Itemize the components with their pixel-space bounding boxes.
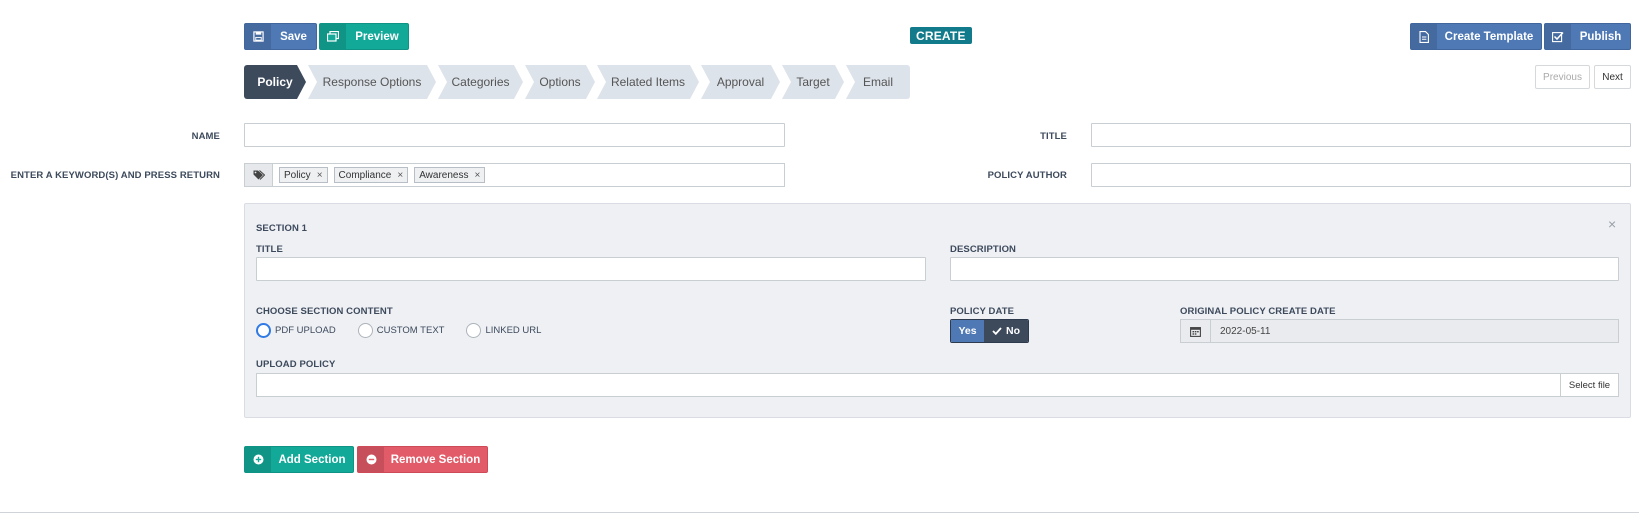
keyword-tag: Awareness × — [414, 167, 486, 183]
create-template-label: Create Template — [1444, 30, 1534, 43]
section-description-input[interactable] — [950, 257, 1619, 281]
keyword-tag-label: Policy — [284, 169, 311, 181]
document-icon — [1411, 24, 1437, 49]
publish-label: Publish — [1579, 30, 1622, 43]
wizard-step-email[interactable]: Email — [846, 65, 910, 99]
title-input[interactable] — [1091, 123, 1631, 147]
wizard-step-categories[interactable]: Categories — [438, 65, 523, 99]
section-title-input[interactable] — [256, 257, 926, 281]
preview-button[interactable]: Preview — [319, 23, 409, 50]
policy-date-label: POLICY DATE — [950, 306, 1015, 317]
radio-pdf-upload[interactable]: PDF UPLOAD — [256, 323, 336, 338]
keyword-tag: Compliance × — [333, 167, 409, 183]
wizard-step-target[interactable]: Target — [782, 65, 844, 99]
remove-section-label: Remove Section — [390, 453, 481, 466]
policy-author-label: POLICY AUTHOR — [987, 170, 1067, 181]
wizard-step-approval[interactable]: Approval — [701, 65, 780, 99]
wizard-step-options[interactable]: Options — [525, 65, 595, 99]
policy-author-input[interactable] — [1091, 163, 1631, 187]
policy-date-yes[interactable]: Yes — [951, 320, 984, 342]
keyword-tag-label: Compliance — [338, 169, 392, 181]
remove-tag-icon[interactable]: × — [397, 170, 403, 181]
create-template-button[interactable]: Create Template — [1410, 23, 1542, 50]
section-content-radio-group: PDF UPLOAD CUSTOM TEXT LINKED URL — [256, 323, 563, 338]
page-divider — [0, 512, 1639, 513]
original-date-value: 2022-05-11 — [1220, 325, 1271, 337]
wizard-steps: Policy Response Options Categories Optio… — [244, 65, 912, 99]
save-label: Save — [280, 30, 307, 43]
name-input[interactable] — [244, 123, 785, 147]
keywords-label: ENTER A KEYWORD(S) AND PRESS RETURN — [10, 170, 220, 181]
upload-policy-label: UPLOAD POLICY — [256, 359, 336, 370]
wizard-step-related-items[interactable]: Related Items — [597, 65, 699, 99]
radio-label: CUSTOM TEXT — [376, 325, 445, 336]
radio-button[interactable] — [256, 323, 271, 338]
radio-label: PDF UPLOAD — [275, 325, 336, 336]
radio-linked-url[interactable]: LINKED URL — [466, 323, 541, 338]
floppy-disk-icon — [245, 24, 271, 49]
section-title-label: TITLE — [256, 244, 283, 255]
add-section-button[interactable]: Add Section — [244, 446, 354, 473]
tags-icon — [245, 164, 273, 186]
remove-tag-icon[interactable]: × — [474, 170, 480, 181]
radio-label: LINKED URL — [485, 325, 542, 336]
next-button[interactable]: Next — [1594, 65, 1631, 89]
radio-custom-text[interactable]: CUSTOM TEXT — [357, 323, 445, 338]
policy-date-no-label: No — [1006, 325, 1020, 337]
original-date-label: ORIGINAL POLICY CREATE DATE — [1180, 306, 1336, 317]
policy-date-no[interactable]: No — [984, 320, 1028, 342]
previous-button[interactable]: Previous — [1535, 65, 1590, 89]
section-description-label: DESCRIPTION — [950, 244, 1017, 255]
keywords-input[interactable]: Policy × Compliance × Awareness × — [244, 163, 785, 187]
check-square-icon — [1545, 24, 1571, 49]
close-icon[interactable]: × — [1608, 216, 1616, 232]
policy-date-toggle: Yes No — [950, 319, 1029, 343]
select-file-button[interactable]: Select file — [1560, 374, 1618, 396]
keyword-tag: Policy × — [279, 167, 328, 183]
remove-tag-icon[interactable]: × — [317, 170, 323, 181]
original-date-field[interactable]: 2022-05-11 — [1180, 319, 1619, 343]
publish-button[interactable]: Publish — [1544, 23, 1631, 50]
windows-icon — [320, 24, 346, 49]
title-label: TITLE — [1040, 131, 1067, 142]
calendar-icon — [1181, 320, 1211, 342]
wizard-step-policy[interactable]: Policy — [244, 65, 306, 99]
preview-label: Preview — [355, 30, 399, 43]
radio-button[interactable] — [357, 323, 373, 338]
check-icon — [992, 327, 1002, 335]
save-button[interactable]: Save — [244, 23, 317, 50]
section-content-label: CHOOSE SECTION CONTENT — [256, 306, 393, 317]
radio-button[interactable] — [466, 323, 482, 338]
add-section-label: Add Section — [278, 453, 346, 466]
minus-circle-icon — [358, 447, 384, 472]
section-heading: SECTION 1 — [256, 223, 308, 234]
name-label: NAME — [191, 131, 220, 142]
keyword-tag-label: Awareness — [419, 169, 469, 181]
create-badge: CREATE — [910, 27, 972, 44]
wizard-step-response-options[interactable]: Response Options — [308, 65, 436, 99]
remove-section-button[interactable]: Remove Section — [357, 446, 488, 473]
plus-circle-icon — [245, 447, 271, 472]
upload-policy-input[interactable]: Select file — [256, 373, 1619, 397]
